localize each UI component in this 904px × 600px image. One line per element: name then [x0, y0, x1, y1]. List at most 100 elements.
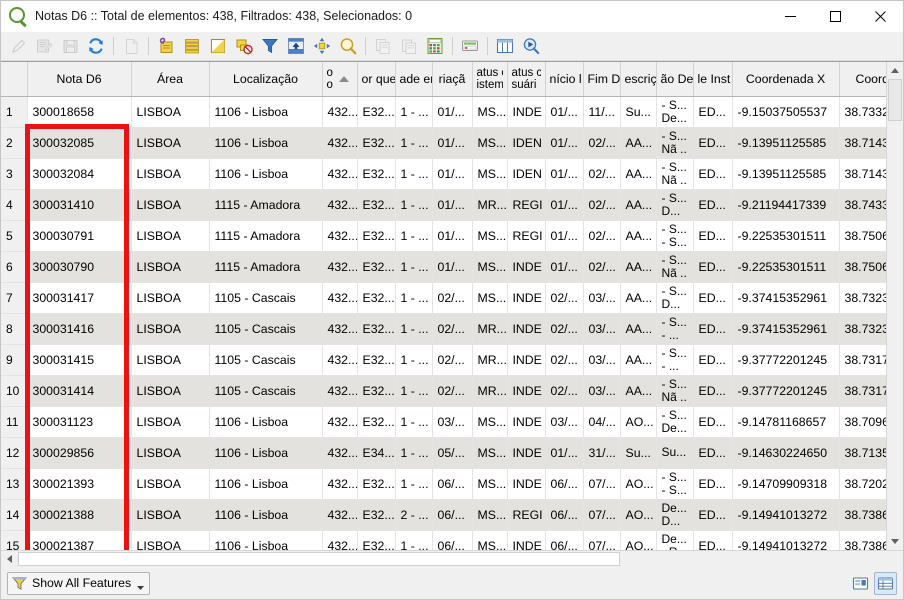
cell-ao_de[interactable]: Su... [656, 437, 694, 469]
cell-coordenada_y[interactable]: 38.7135437576 [839, 437, 886, 469]
cell-status_sistema[interactable]: MS... [472, 282, 508, 314]
cell-status_sistema[interactable]: MS... [472, 468, 508, 500]
cell-fim[interactable]: 02/... [583, 127, 621, 159]
cell-ao_de[interactable]: - S... De... [656, 406, 694, 438]
select-all-icon[interactable] [179, 34, 205, 59]
cell-inicio[interactable]: 01/... [545, 220, 584, 252]
cell-status_sistema[interactable]: MS... [472, 251, 508, 283]
cell-localizacao[interactable]: 1106 - Lisboa [209, 158, 323, 190]
cell-de_inst[interactable]: ED... [693, 158, 733, 190]
column-header-coordenada_x[interactable]: Coordenada X [732, 62, 840, 97]
cell-coordenada_y[interactable]: 38.7143216812 [839, 158, 886, 190]
cell-por_que[interactable]: E32... [357, 282, 396, 314]
row-number[interactable]: 1 [1, 96, 28, 128]
cell-status_sistema[interactable]: MR... [472, 375, 508, 407]
cell-fim[interactable]: 02/... [583, 251, 621, 283]
cell-inicio[interactable]: 01/... [545, 189, 584, 221]
cell-inicio[interactable]: 06/... [545, 499, 584, 531]
cell-coordenada_x[interactable]: -9.14941013272 [732, 499, 840, 531]
cell-inicio[interactable]: 02/... [545, 313, 584, 345]
cell-col_o[interactable]: 432... [322, 313, 358, 345]
cell-ade_en[interactable]: 1 - ... [395, 375, 433, 407]
row-number[interactable]: 4 [1, 189, 28, 221]
cell-fim[interactable]: 03/... [583, 282, 621, 314]
cell-por_que[interactable]: E32... [357, 158, 396, 190]
cell-fim[interactable]: 03/... [583, 344, 621, 376]
cell-status_sistema[interactable]: MR... [472, 344, 508, 376]
cell-status_usuario[interactable]: INDE [507, 313, 546, 345]
cell-ade_en[interactable]: 1 - ... [395, 406, 433, 438]
row-number[interactable]: 11 [1, 406, 28, 438]
column-header-ao_de[interactable]: ão De [656, 62, 694, 97]
cell-coordenada_x[interactable]: -9.22535301511 [732, 220, 840, 252]
cell-de_inst[interactable]: ED... [693, 96, 733, 128]
cell-area[interactable]: LISBOA [131, 406, 210, 438]
cell-fim[interactable]: 07/... [583, 530, 621, 550]
cell-col_o[interactable]: 432... [322, 406, 358, 438]
cell-ao_de[interactable]: - S... Nã ... [656, 375, 694, 407]
cell-descricao[interactable]: AO... [620, 499, 657, 531]
row-number[interactable]: 10 [1, 375, 28, 407]
cell-area[interactable]: LISBOA [131, 437, 210, 469]
cell-status_sistema[interactable]: MS... [472, 406, 508, 438]
cell-col_o[interactable]: 432... [322, 375, 358, 407]
cell-ao_de[interactable]: - S... - S... [656, 468, 694, 500]
cell-status_sistema[interactable]: MS... [472, 158, 508, 190]
cell-status_usuario[interactable]: INDE [507, 251, 546, 283]
save-edits-icon[interactable] [31, 34, 57, 59]
cell-area[interactable]: LISBOA [131, 375, 210, 407]
cell-criacao[interactable]: 06/... [432, 468, 473, 500]
new-field-icon[interactable] [118, 34, 144, 59]
cell-criacao[interactable]: 01/... [432, 96, 473, 128]
cell-ade_en[interactable]: 1 - ... [395, 282, 433, 314]
cell-coordenada_x[interactable]: -9.37772201245 [732, 375, 840, 407]
cell-ade_en[interactable]: 1 - ... [395, 96, 433, 128]
cell-status_usuario[interactable]: REGI [507, 189, 546, 221]
cell-por_que[interactable]: E32... [357, 251, 396, 283]
cell-ade_en[interactable]: 1 - ... [395, 437, 433, 469]
row-number[interactable]: 12 [1, 437, 28, 469]
cell-descricao[interactable]: AO... [620, 530, 657, 550]
cell-por_que[interactable]: E32... [357, 344, 396, 376]
cell-col_o[interactable]: 432... [322, 127, 358, 159]
cell-de_inst[interactable]: ED... [693, 220, 733, 252]
row-number[interactable]: 8 [1, 313, 28, 345]
cell-status_usuario[interactable]: INDE [507, 530, 546, 550]
maximize-button[interactable] [813, 1, 858, 32]
cell-nota_d6[interactable]: 300031410 [27, 189, 132, 221]
cell-localizacao[interactable]: 1105 - Cascais [209, 344, 323, 376]
cell-status_usuario[interactable]: IDEN [507, 158, 546, 190]
cell-localizacao[interactable]: 1115 - Amadora [209, 189, 323, 221]
cell-inicio[interactable]: 02/... [545, 375, 584, 407]
cell-nota_d6[interactable]: 300031416 [27, 313, 132, 345]
close-button[interactable] [858, 1, 903, 32]
row-header-corner[interactable] [1, 62, 28, 97]
cell-nota_d6[interactable]: 300031123 [27, 406, 132, 438]
row-number[interactable]: 2 [1, 127, 28, 159]
cell-coordenada_y[interactable]: 38.7323495418 [839, 282, 886, 314]
cell-nota_d6[interactable]: 300032084 [27, 158, 132, 190]
table-row[interactable]: 10 300031414 LISBOA 1105 - Cascais 432... E32… [1, 375, 886, 407]
cell-fim[interactable]: 02/... [583, 158, 621, 190]
cell-status_usuario[interactable]: INDE [507, 344, 546, 376]
cell-de_inst[interactable]: ED... [693, 468, 733, 500]
cell-status_usuario[interactable]: INDE [507, 406, 546, 438]
cell-status_sistema[interactable]: MS... [472, 127, 508, 159]
cell-por_que[interactable]: E32... [357, 530, 396, 550]
cell-col_o[interactable]: 432... [322, 344, 358, 376]
cell-criacao[interactable]: 05/... [432, 437, 473, 469]
cell-criacao[interactable]: 01/... [432, 220, 473, 252]
cell-descricao[interactable]: AO... [620, 406, 657, 438]
cell-ao_de[interactable]: De... D... [656, 499, 694, 531]
cell-coordenada_y[interactable]: 38.7386578037 [839, 530, 886, 550]
cell-de_inst[interactable]: ED... [693, 499, 733, 531]
cell-coordenada_x[interactable]: -9.14709909318 [732, 468, 840, 500]
cell-descricao[interactable]: Su... [620, 437, 657, 469]
cell-coordenada_y[interactable]: 38.7386578037 [839, 499, 886, 531]
cell-nota_d6[interactable]: 300021388 [27, 499, 132, 531]
toggle-editing-icon[interactable] [5, 34, 31, 59]
cell-por_que[interactable]: E32... [357, 375, 396, 407]
cell-inicio[interactable]: 06/... [545, 530, 584, 550]
cell-col_o[interactable]: 432... [322, 96, 358, 128]
field-calculator-icon[interactable] [422, 34, 448, 59]
